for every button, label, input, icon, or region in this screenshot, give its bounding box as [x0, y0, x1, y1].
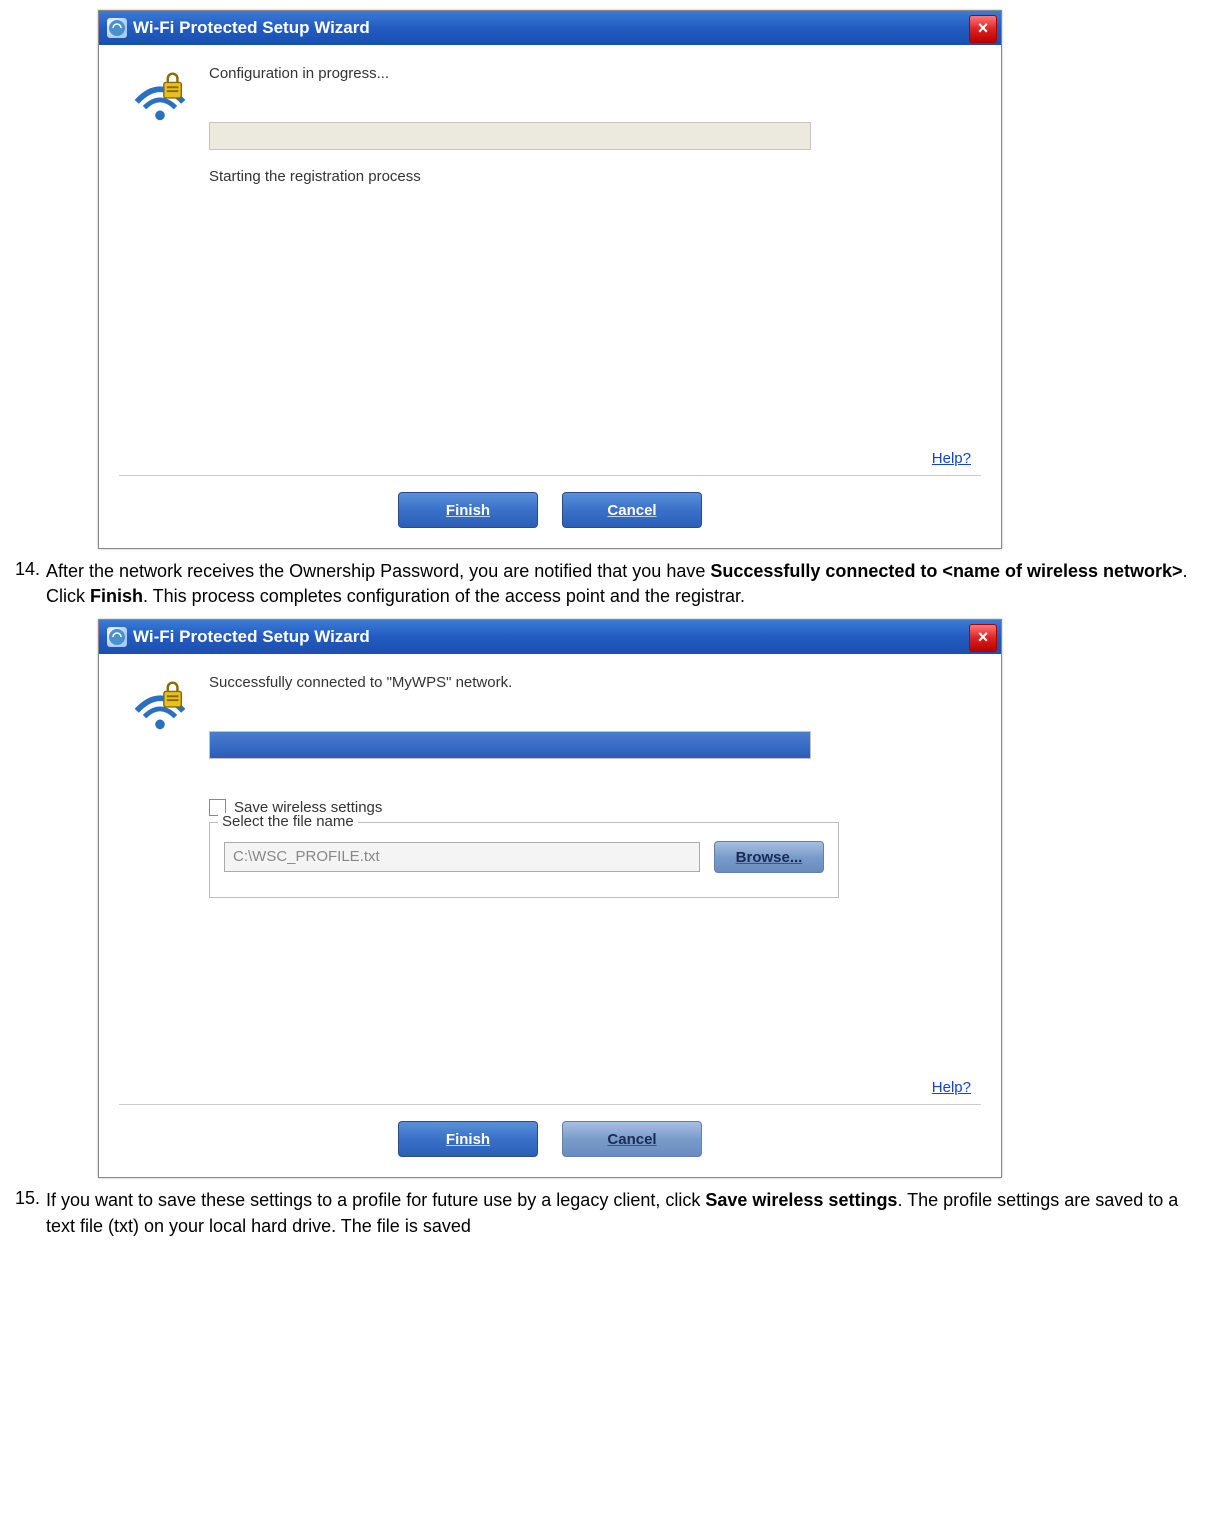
window-title: Wi-Fi Protected Setup Wizard: [133, 627, 370, 647]
status-text: Starting the registration process: [209, 168, 911, 185]
button-row: Finish Cancel: [119, 475, 981, 548]
text-fragment: . This process completes configuration o…: [143, 586, 745, 606]
close-button[interactable]: ×: [969, 15, 997, 43]
close-icon: ×: [978, 627, 989, 647]
step-number: 14.: [0, 559, 46, 609]
button-row: Finish Cancel: [119, 1104, 981, 1177]
progress-bar-full: [209, 731, 811, 759]
wifi-lock-icon: [129, 65, 191, 127]
headline-text: Successfully connected to "MyWPS" networ…: [209, 674, 911, 691]
instruction-step-15: 15. If you want to save these settings t…: [0, 1188, 1207, 1238]
headline-text: Configuration in progress...: [209, 65, 911, 82]
text-bold: Successfully connected to <name of wirel…: [710, 561, 1182, 581]
browse-button[interactable]: Browse...: [714, 841, 824, 873]
help-link[interactable]: Help?: [932, 1079, 971, 1096]
app-icon: [107, 18, 127, 38]
wifi-lock-icon: [129, 674, 191, 736]
step-text: After the network receives the Ownership…: [46, 559, 1207, 609]
close-icon: ×: [978, 18, 989, 38]
step-text: If you want to save these settings to a …: [46, 1188, 1207, 1238]
wizard-dialog-success: Wi-Fi Protected Setup Wizard × Successfu…: [98, 619, 1002, 1178]
file-path-input[interactable]: C:\WSC_PROFILE.txt: [224, 842, 700, 872]
instruction-step-14: 14. After the network receives the Owner…: [0, 559, 1207, 609]
titlebar[interactable]: Wi-Fi Protected Setup Wizard ×: [99, 620, 1001, 654]
cancel-button[interactable]: Cancel: [562, 492, 702, 528]
finish-button[interactable]: Finish: [398, 492, 538, 528]
titlebar[interactable]: Wi-Fi Protected Setup Wizard ×: [99, 11, 1001, 45]
text-bold: Save wireless settings: [705, 1190, 897, 1210]
text-fragment: After the network receives the Ownership…: [46, 561, 710, 581]
wizard-dialog-progress: Wi-Fi Protected Setup Wizard × Configura…: [98, 10, 1002, 549]
progress-bar: [209, 122, 811, 150]
window-title: Wi-Fi Protected Setup Wizard: [133, 18, 370, 38]
file-name-groupbox: Select the file name C:\WSC_PROFILE.txt …: [209, 822, 839, 898]
step-number: 15.: [0, 1188, 46, 1238]
text-fragment: If you want to save these settings to a …: [46, 1190, 705, 1210]
help-link[interactable]: Help?: [932, 450, 971, 467]
finish-button[interactable]: Finish: [398, 1121, 538, 1157]
close-button[interactable]: ×: [969, 624, 997, 652]
app-icon: [107, 627, 127, 647]
groupbox-legend: Select the file name: [218, 813, 358, 830]
cancel-button[interactable]: Cancel: [562, 1121, 702, 1157]
text-bold: Finish: [90, 586, 143, 606]
